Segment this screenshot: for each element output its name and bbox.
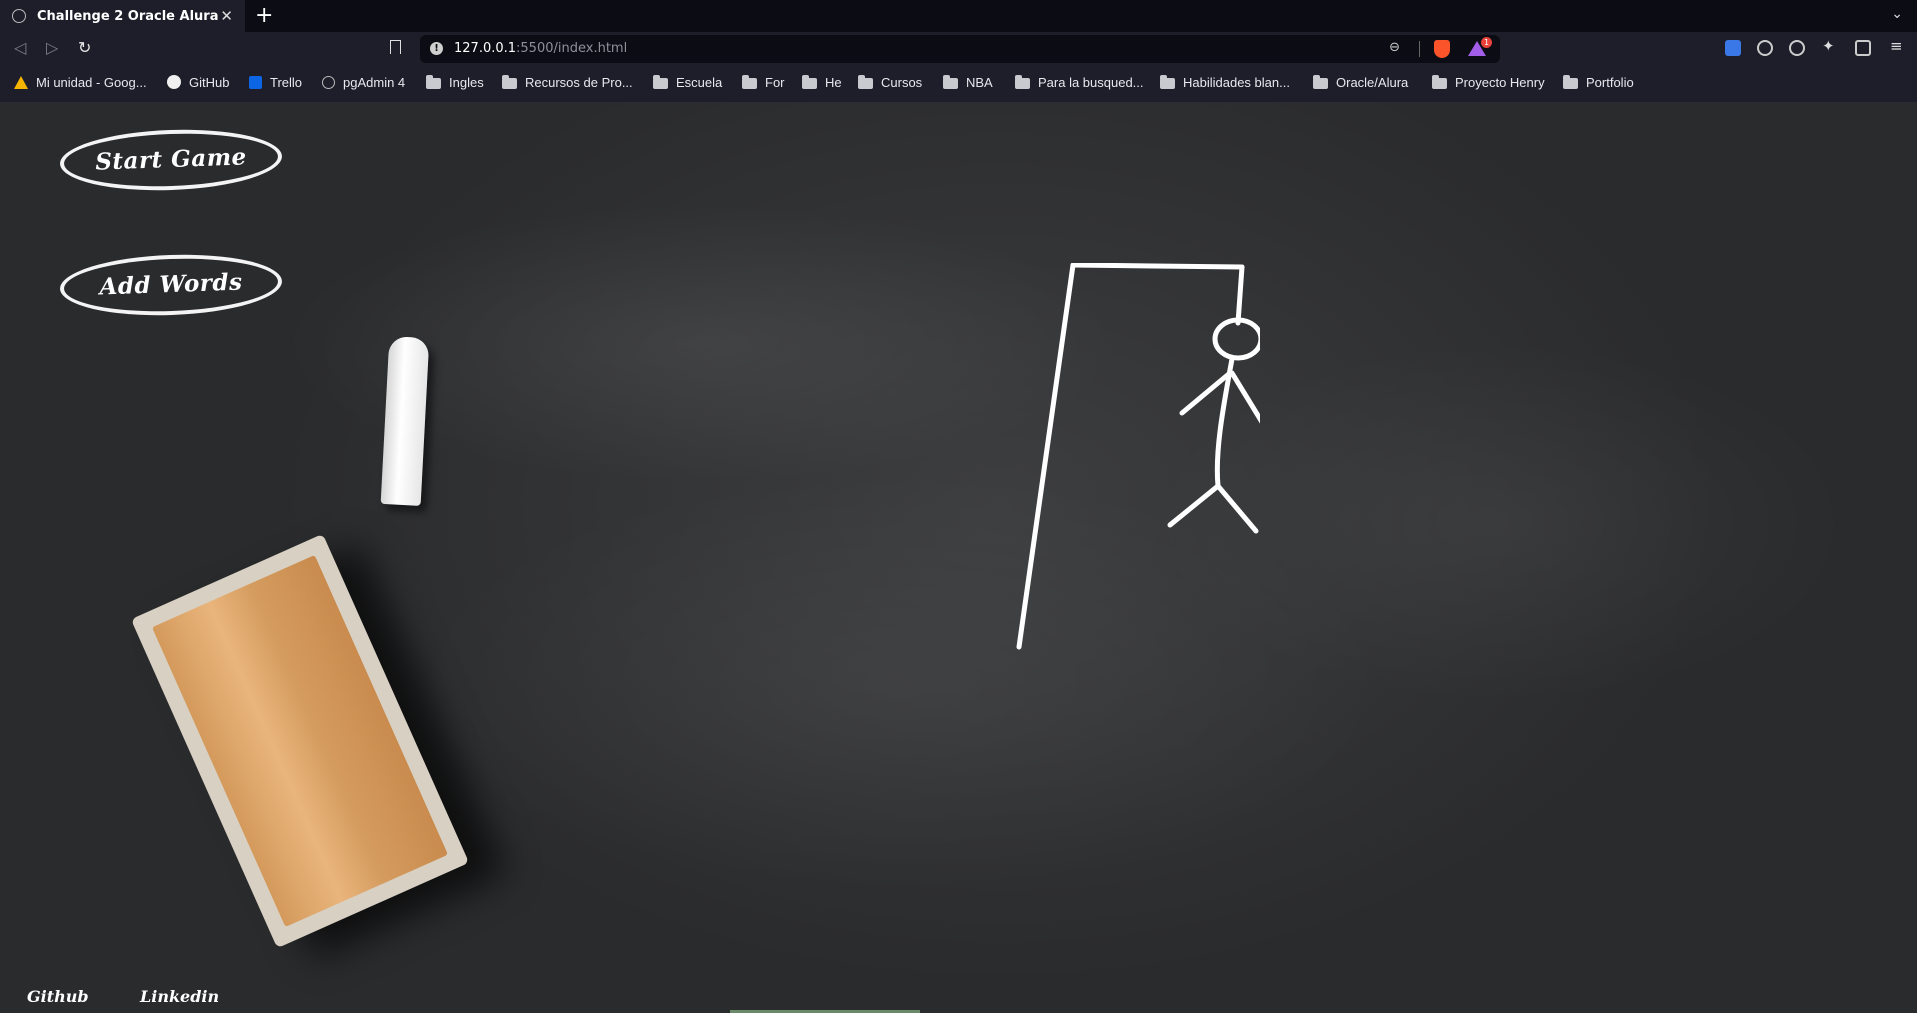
brave-shields-icon[interactable]	[1434, 40, 1450, 58]
bookmarks-bar: Mi unidad - Goog... GitHub Trello pgAdmin 4…	[0, 66, 1917, 103]
bookmark-label: Mi unidad - Goog...	[36, 75, 147, 90]
drive-icon	[14, 76, 28, 89]
eraser-image	[130, 533, 470, 949]
bookmark-label: He	[825, 75, 842, 90]
bookmark-item[interactable]: Recursos de Pro...	[502, 75, 633, 90]
bookmark-label: For	[765, 75, 785, 90]
bookmark-label: GitHub	[189, 75, 230, 90]
site-info-icon[interactable]: !	[430, 42, 443, 55]
extensions-puzzle-icon[interactable]: ✦	[1822, 37, 1838, 55]
bookmark-label: Oracle/Alura	[1336, 75, 1409, 90]
url-text[interactable]: 127.0.0.1:5500/index.html	[454, 41, 627, 56]
folder-icon	[1432, 75, 1447, 89]
gallows-beam	[1070, 263, 1245, 270]
chevron-down-icon[interactable]: ⌄	[1891, 6, 1903, 22]
globe-icon	[322, 76, 335, 89]
bookmark-item[interactable]: Oracle/Alura	[1313, 75, 1408, 90]
wallet-icon[interactable]	[1855, 40, 1871, 56]
target-extension-icon[interactable]	[1789, 40, 1805, 56]
bookmark-item[interactable]: He	[802, 75, 842, 90]
bookmark-item[interactable]: NBA	[943, 75, 993, 90]
translate-extension-icon[interactable]	[1725, 40, 1741, 56]
bookmark-label: NBA	[966, 75, 993, 90]
browser-tab[interactable]: Challenge 2 Oracle Alura ✕	[0, 0, 245, 32]
folder-icon	[502, 75, 517, 89]
bookmark-label: Portfolio	[1586, 75, 1634, 90]
tab-title: Challenge 2 Oracle Alura	[37, 8, 219, 24]
address-bar[interactable]: ! 127.0.0.1:5500/index.html ⊖ 1	[420, 35, 1500, 63]
hangman-drawing	[1016, 263, 1260, 650]
rewards-badge: 1	[1481, 37, 1492, 48]
bookmark-item[interactable]: Para la busqued...	[1015, 75, 1144, 90]
close-tab-icon[interactable]: ✕	[220, 7, 233, 25]
hangman-head	[1212, 317, 1260, 361]
rope	[1235, 264, 1245, 326]
folder-icon	[1563, 75, 1578, 89]
bookmark-label: Para la busqued...	[1038, 75, 1144, 90]
bookmark-item[interactable]: For	[742, 75, 785, 90]
bookmark-icon[interactable]	[390, 40, 401, 54]
hangman-legs	[1167, 483, 1259, 534]
chalkboard-page: Start Game Add Words Github Linkedin	[0, 103, 1917, 1013]
folder-icon	[426, 75, 441, 89]
start-game-button[interactable]: Start Game	[59, 126, 283, 194]
bookmark-item[interactable]: Proyecto Henry	[1432, 75, 1545, 90]
gallows-post	[1016, 263, 1076, 650]
chalk-image	[380, 336, 430, 506]
bookmark-label: Proyecto Henry	[1455, 75, 1545, 90]
bookmark-item[interactable]: Ingles	[426, 75, 484, 90]
reload-icon[interactable]: ↻	[78, 38, 91, 57]
bookmark-label: Escuela	[676, 75, 723, 90]
globe-icon	[12, 9, 26, 23]
menu-icon[interactable]: ≡	[1890, 37, 1906, 55]
folder-icon	[802, 75, 817, 89]
folder-icon	[1160, 75, 1175, 89]
bookmark-label: Habilidades blan...	[1183, 75, 1290, 90]
folder-icon	[653, 75, 668, 89]
folder-icon	[858, 75, 873, 89]
bookmark-item[interactable]: Habilidades blan...	[1160, 75, 1290, 90]
add-words-button[interactable]: Add Words	[59, 251, 283, 319]
folder-icon	[1015, 75, 1030, 89]
bookmark-label: Trello	[270, 75, 303, 90]
new-tab-button[interactable]: +	[255, 3, 273, 28]
folder-icon	[943, 75, 958, 89]
trello-icon	[249, 76, 262, 89]
bookmark-item[interactable]: Portfolio	[1563, 75, 1634, 90]
github-icon	[167, 75, 181, 89]
bookmark-item[interactable]: Cursos	[858, 75, 922, 90]
browser-toolbar: ◁ ▷ ↻ ! 127.0.0.1:5500/index.html ⊖ 1 ✦ …	[0, 32, 1917, 66]
zoom-icon[interactable]: ⊖	[1389, 40, 1400, 55]
tab-strip: Challenge 2 Oracle Alura ✕ + ⌄	[0, 0, 1917, 32]
bookmark-item[interactable]: pgAdmin 4	[322, 75, 405, 90]
back-icon[interactable]: ◁	[14, 38, 26, 57]
react-devtools-icon[interactable]	[1757, 40, 1773, 56]
bookmark-label: pgAdmin 4	[343, 75, 406, 90]
forward-icon[interactable]: ▷	[46, 38, 58, 57]
bookmark-item[interactable]: Escuela	[653, 75, 722, 90]
divider	[1419, 41, 1420, 57]
github-link[interactable]: Github	[27, 987, 89, 1006]
linkedin-link[interactable]: Linkedin	[140, 987, 219, 1006]
folder-icon	[1313, 75, 1328, 89]
bookmark-label: Recursos de Pro...	[525, 75, 633, 90]
bookmark-item[interactable]: Trello	[249, 75, 302, 90]
bookmark-item[interactable]: GitHub	[167, 75, 229, 90]
bookmark-label: Ingles	[449, 75, 484, 90]
folder-icon	[742, 75, 757, 89]
bookmark-item[interactable]: Mi unidad - Goog...	[14, 75, 147, 90]
bookmark-label: Cursos	[881, 75, 923, 90]
